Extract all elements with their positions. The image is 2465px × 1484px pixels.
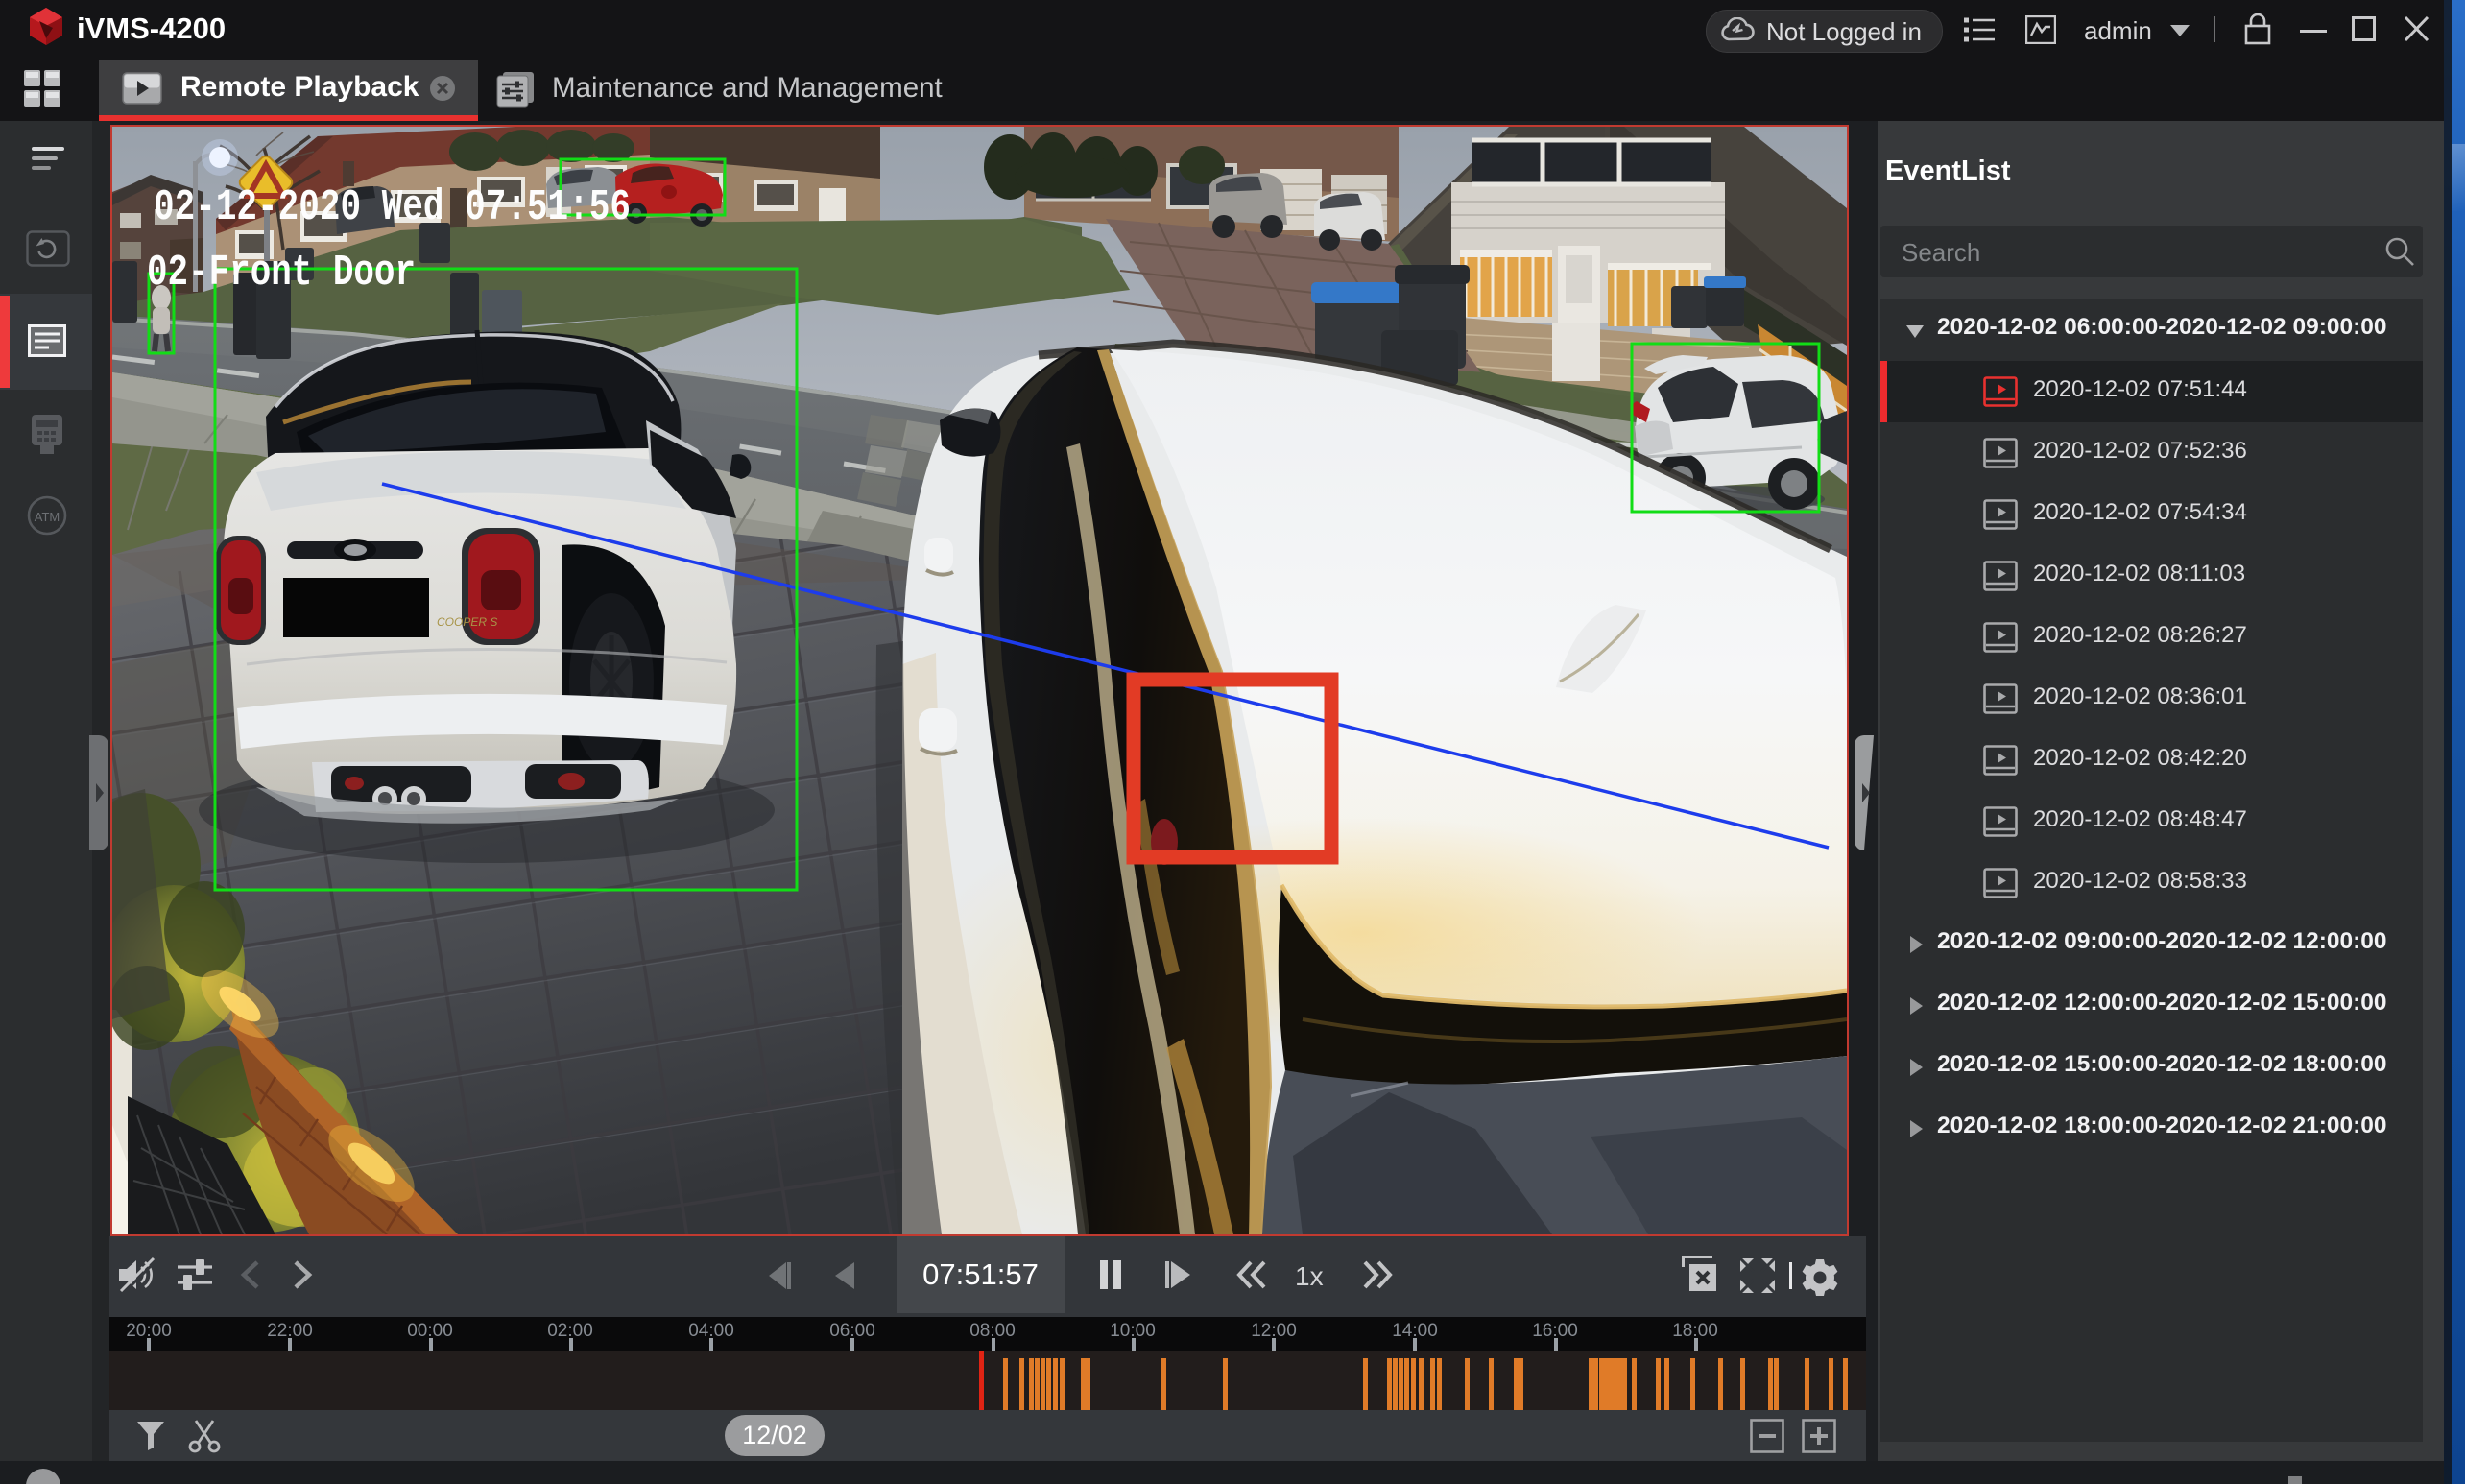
svg-text:02-Front Door: 02-Front Door bbox=[147, 249, 416, 298]
svg-text:02-12-2020 Wed 07:51:56: 02-12-2020 Wed 07:51:56 bbox=[154, 183, 631, 232]
svg-text:ATM: ATM bbox=[35, 510, 60, 524]
svg-text:COOPER S: COOPER S bbox=[437, 615, 497, 629]
